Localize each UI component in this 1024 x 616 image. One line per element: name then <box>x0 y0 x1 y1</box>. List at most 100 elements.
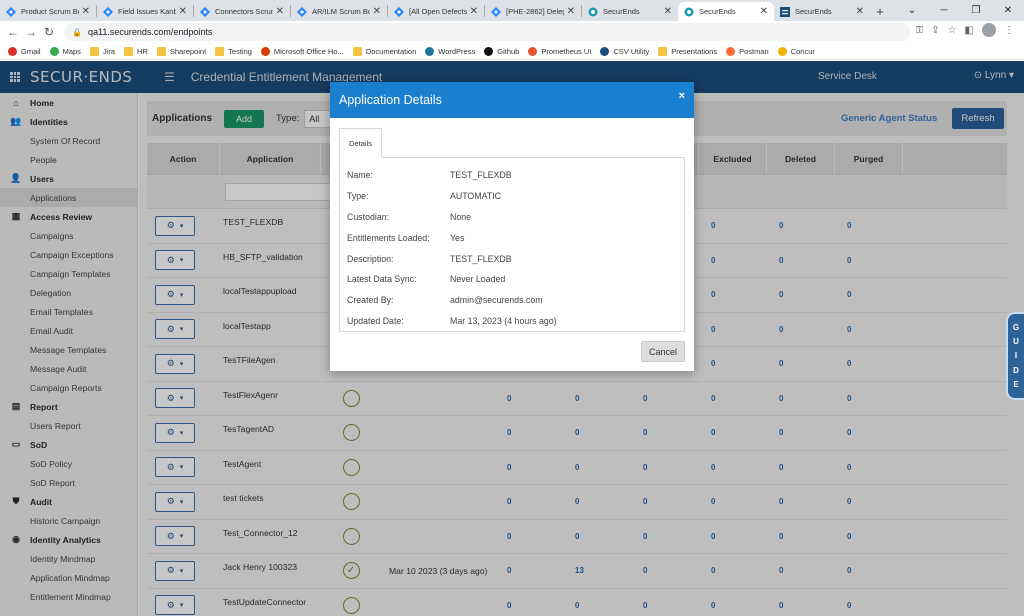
cancel-button[interactable]: Cancel <box>641 341 685 362</box>
minimize-button[interactable]: ─ <box>928 0 960 21</box>
modal-title: Application Details <box>339 93 442 107</box>
detail-value: admin@securends.com <box>450 295 543 305</box>
tab-title: Product Scrum Bo <box>21 7 79 16</box>
bookmark-label: Prometheus UI <box>541 46 592 56</box>
url-field[interactable]: 🔒 qa11.securends.com/endpoints <box>64 23 910 41</box>
tab-details[interactable]: Details <box>339 128 382 158</box>
tab-title: Field Issues Kanb <box>118 7 176 16</box>
folder-icon <box>352 46 362 56</box>
tab-title: AR/ILM Scrum Bo <box>312 7 370 16</box>
close-tab-icon[interactable]: ✕ <box>664 6 672 17</box>
browser-tab[interactable]: [PHE-2862] Deleg ✕ <box>485 2 581 21</box>
share-icon[interactable]: ⇪ <box>931 25 939 36</box>
tab-title: SecurEnds <box>699 7 736 16</box>
bookmark-item[interactable]: CSV Utility <box>600 46 650 56</box>
star-icon[interactable]: ☆ <box>948 25 957 36</box>
bookmark-label: Testing <box>228 46 252 56</box>
bookmark-item[interactable]: Github <box>484 46 519 56</box>
browser-tab[interactable]: SecurEnds ✕ <box>678 2 774 21</box>
bookmark-item[interactable]: Documentation <box>352 46 417 56</box>
close-icon[interactable]: × <box>679 90 685 102</box>
sidepanel-icon[interactable]: ◧ <box>965 25 974 36</box>
bookmark-item[interactable]: Maps <box>49 46 81 56</box>
bookmark-item[interactable]: Concur <box>777 46 815 56</box>
guide-tab[interactable]: GUIDE <box>1006 312 1024 400</box>
guide-letter: U <box>1013 337 1019 347</box>
bookmark-label: Maps <box>62 46 81 56</box>
menu-icon[interactable]: ⋮ <box>1004 25 1014 36</box>
address-bar: ← → ↻ 🔒 qa11.securends.com/endpoints ⚿ ⇪… <box>0 21 1024 43</box>
gmail-icon <box>8 46 17 56</box>
detail-row: Entitlements Loaded: Yes <box>347 233 464 243</box>
detail-value: TEST_FLEXDB <box>450 254 512 264</box>
bookmark-label: CSV Utility <box>613 46 650 56</box>
browser-tab[interactable]: Product Scrum Bo ✕ <box>0 2 96 21</box>
bookmark-label: WordPress <box>438 46 476 56</box>
browser-tabstrip: Product Scrum Bo ✕ Field Issues Kanb ✕ Conne… <box>0 0 1024 21</box>
modal-header: Application Details × <box>330 82 694 118</box>
securends-icon <box>588 7 598 17</box>
bookmark-label: Presentations <box>671 46 718 56</box>
browser-tab[interactable]: Connectors Scrum ✕ <box>194 2 290 21</box>
close-tab-icon[interactable]: ✕ <box>470 6 478 17</box>
folder-icon <box>89 46 99 56</box>
bookmark-label: Documentation <box>365 46 417 56</box>
browser-actions: ⚿ ⇪ ☆ ◧ ⋮ <box>916 23 1014 37</box>
browser-tab[interactable]: AR/ILM Scrum Bo ✕ <box>291 2 387 21</box>
jira-icon <box>200 6 210 17</box>
tab-search-icon[interactable]: ⌄ <box>896 0 928 21</box>
jira-icon <box>297 6 307 17</box>
browser-tab[interactable]: SecurEnds ✕ <box>774 2 870 21</box>
detail-label: Entitlements Loaded: <box>347 233 430 243</box>
forward-icon[interactable]: → <box>22 25 40 39</box>
browser-tab[interactable]: SecurEnds ✕ <box>582 2 678 21</box>
bookmark-item[interactable]: HR <box>124 46 148 56</box>
bookmark-label: Gmail <box>21 46 41 56</box>
detail-row: Name: TEST_FLEXDB <box>347 170 512 180</box>
close-tab-icon[interactable]: ✕ <box>276 6 284 17</box>
new-tab-button[interactable]: + <box>870 2 890 21</box>
detail-value: Never Loaded <box>450 274 506 284</box>
close-window-button[interactable]: ✕ <box>992 0 1024 21</box>
detail-value: AUTOMATIC <box>450 191 501 201</box>
bookmark-item[interactable]: Prometheus UI <box>528 46 592 56</box>
folder-icon <box>124 46 134 56</box>
bookmark-label: Jira <box>102 46 116 56</box>
close-tab-icon[interactable]: ✕ <box>82 6 90 17</box>
close-tab-icon[interactable]: ✕ <box>567 6 575 17</box>
bookmark-label: Microsoft Office Ho... <box>273 46 344 56</box>
tab-title: SecurEnds <box>795 7 832 16</box>
guide-letter: G <box>1012 323 1020 333</box>
detail-row: Type: AUTOMATIC <box>347 191 501 201</box>
profile-avatar[interactable] <box>982 23 996 37</box>
close-tab-icon[interactable]: ✕ <box>179 6 187 17</box>
detail-value: Mar 13, 2023 (4 hours ago) <box>450 316 557 326</box>
back-icon[interactable]: ← <box>4 25 22 39</box>
folder-icon <box>658 46 668 56</box>
close-tab-icon[interactable]: ✕ <box>373 6 381 17</box>
bookmark-item[interactable]: Jira <box>89 46 116 56</box>
detail-label: Created By: <box>347 295 394 305</box>
bookmark-item[interactable]: Microsoft Office Ho... <box>260 46 344 56</box>
key-icon[interactable]: ⚿ <box>916 25 924 36</box>
restore-button[interactable]: ❐ <box>960 0 992 21</box>
reload-icon[interactable]: ↻ <box>40 25 58 39</box>
bookmark-item[interactable]: Gmail <box>8 46 41 56</box>
close-tab-icon[interactable]: ✕ <box>856 6 864 17</box>
tab-title: Connectors Scrum <box>215 7 273 16</box>
detail-row: Updated Date: Mar 13, 2023 (4 hours ago) <box>347 316 557 326</box>
browser-tab[interactable]: [All Open Defects ✕ <box>388 2 484 21</box>
bookmark-item[interactable]: Presentations <box>658 46 718 56</box>
window-controls: ⌄ ─ ❐ ✕ <box>896 0 1024 21</box>
bookmark-item[interactable]: Sharepoint <box>156 46 206 56</box>
bookmark-item[interactable]: WordPress <box>425 46 476 56</box>
browser-tab[interactable]: Field Issues Kanb ✕ <box>97 2 193 21</box>
tab-title: [All Open Defects <box>409 7 467 16</box>
concur-icon <box>777 46 787 56</box>
securends-icon <box>684 7 694 17</box>
bookmark-item[interactable]: Postman <box>726 46 769 56</box>
bookmark-item[interactable]: Testing <box>215 46 252 56</box>
close-tab-icon[interactable]: ✕ <box>760 6 768 17</box>
folder-icon <box>215 46 225 56</box>
detail-row: Custodian: None <box>347 212 471 222</box>
